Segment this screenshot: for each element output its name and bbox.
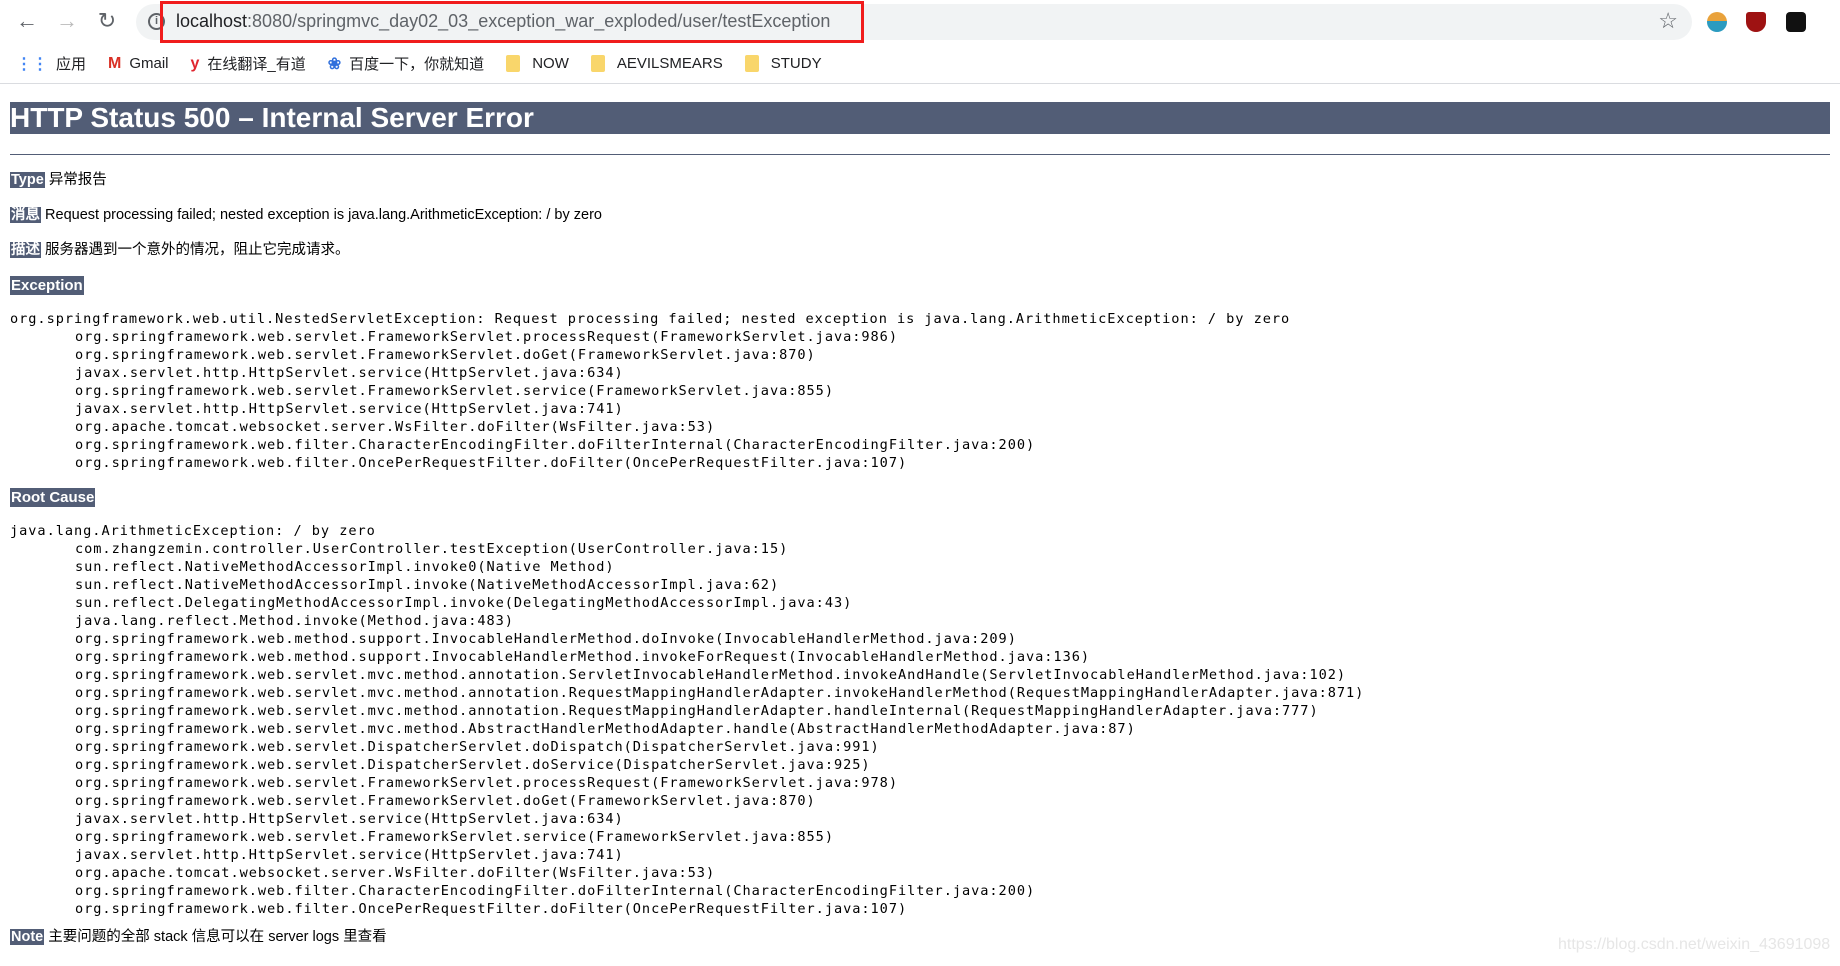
bookmark-baidu[interactable]: ❀ 百度一下，你就知道 bbox=[328, 53, 484, 74]
stack-frame: org.springframework.web.servlet.Framewor… bbox=[75, 383, 834, 399]
stack-frame: org.springframework.web.filter.Character… bbox=[75, 437, 1036, 453]
folder-icon bbox=[744, 55, 759, 72]
type-label: Type bbox=[10, 172, 45, 188]
bookmark-label: AEVILSMEARS bbox=[616, 55, 723, 72]
stack-frame: org.springframework.web.servlet.Framewor… bbox=[75, 829, 834, 845]
description-value: 服务器遇到一个意外的情况，阻止它完成请求。 bbox=[45, 242, 350, 258]
folder-icon bbox=[590, 55, 605, 72]
stack-frame: org.springframework.web.servlet.Dispatch… bbox=[75, 757, 871, 773]
bookmark-label: 百度一下，你就知道 bbox=[349, 56, 485, 73]
stack-frame: org.springframework.web.servlet.mvc.meth… bbox=[75, 703, 1319, 719]
type-line: Type 异常报告 bbox=[10, 171, 1830, 190]
forward-icon[interactable]: → bbox=[54, 8, 80, 34]
bookmark-aevilsmears[interactable]: AEVILSMEARS bbox=[590, 55, 723, 72]
stack-frame: sun.reflect.NativeMethodAccessorImpl.inv… bbox=[75, 559, 615, 575]
bookmark-apps[interactable]: ⋮⋮ 应用 bbox=[16, 53, 86, 74]
stack-frame: org.springframework.web.filter.OncePerRe… bbox=[75, 901, 908, 917]
stack-frame: java.lang.reflect.Method.invoke(Method.j… bbox=[75, 613, 514, 629]
gmail-icon: M bbox=[108, 54, 122, 72]
baidu-paw-icon: ❀ bbox=[327, 55, 342, 73]
apps-grid-icon: ⋮⋮ bbox=[16, 55, 48, 73]
stack-frame: org.springframework.web.servlet.Framewor… bbox=[75, 347, 816, 363]
tampermonkey-icon[interactable] bbox=[1786, 12, 1806, 32]
stack-frame: org.springframework.web.servlet.mvc.meth… bbox=[75, 721, 1136, 737]
error-page: HTTP Status 500 – Internal Server Error … bbox=[0, 102, 1840, 947]
stack-frame: org.springframework.web.servlet.mvc.meth… bbox=[75, 667, 1347, 683]
ublock-icon[interactable] bbox=[1746, 12, 1766, 32]
stack-frame: org.apache.tomcat.websocket.server.WsFil… bbox=[75, 419, 716, 435]
stack-frame: org.springframework.web.method.support.I… bbox=[75, 631, 1017, 647]
bookmark-youdao[interactable]: y 在线翻译_有道 bbox=[191, 53, 306, 74]
bookmark-study[interactable]: STUDY bbox=[744, 55, 822, 72]
note-label: Note bbox=[10, 929, 45, 945]
bookmark-label: 在线翻译_有道 bbox=[207, 56, 306, 73]
bookmark-star-icon[interactable]: ☆ bbox=[1658, 8, 1678, 34]
stack-frame: javax.servlet.http.HttpServlet.service(H… bbox=[75, 811, 624, 827]
exception-stacktrace: org.springframework.web.util.NestedServl… bbox=[10, 310, 1830, 472]
message-label: 消息 bbox=[10, 207, 41, 223]
url-text[interactable]: localhost:8080/springmvc_day02_03_except… bbox=[176, 11, 830, 32]
bookmark-now[interactable]: NOW bbox=[506, 55, 569, 72]
reload-icon[interactable]: ↻ bbox=[94, 8, 120, 34]
note-line: Note 主要问题的全部 stack 信息可以在 server logs 里查看 bbox=[10, 928, 1830, 947]
description-label: 描述 bbox=[10, 242, 41, 258]
bookmark-label: 应用 bbox=[56, 56, 87, 73]
description-line: 描述 服务器遇到一个意外的情况，阻止它完成请求。 bbox=[10, 241, 1830, 260]
root-cause-heading: Root Cause bbox=[10, 488, 96, 507]
message-value: Request processing failed; nested except… bbox=[45, 207, 602, 223]
stack-frame: javax.servlet.http.HttpServlet.service(H… bbox=[75, 401, 624, 417]
message-line: 消息 Request processing failed; nested exc… bbox=[10, 206, 1830, 225]
address-bar[interactable]: i localhost:8080/springmvc_day02_03_exce… bbox=[136, 1, 1692, 43]
back-icon[interactable]: ← bbox=[14, 8, 40, 34]
stack-frame: sun.reflect.DelegatingMethodAccessorImpl… bbox=[75, 595, 853, 611]
stack-head: org.springframework.web.util.NestedServl… bbox=[10, 311, 1291, 327]
stack-frame: org.springframework.web.servlet.Dispatch… bbox=[75, 739, 880, 755]
browser-toolbar: ← → ↻ i localhost:8080/springmvc_day02_0… bbox=[0, 0, 1840, 44]
stack-frame: org.springframework.web.filter.OncePerRe… bbox=[75, 455, 908, 471]
stack-frame: javax.servlet.http.HttpServlet.service(H… bbox=[75, 365, 624, 381]
stack-frame: sun.reflect.NativeMethodAccessorImpl.inv… bbox=[75, 577, 780, 593]
stack-frame: org.springframework.web.method.support.I… bbox=[75, 649, 1090, 665]
folder-icon bbox=[506, 55, 521, 72]
url-host: localhost bbox=[176, 11, 248, 31]
note-value: 主要问题的全部 stack 信息可以在 server logs 里查看 bbox=[48, 929, 387, 945]
type-value: 异常报告 bbox=[48, 172, 107, 188]
stack-frame: org.springframework.web.servlet.Framewor… bbox=[75, 329, 898, 345]
page-title: HTTP Status 500 – Internal Server Error bbox=[10, 102, 1830, 134]
extension-bowl-icon[interactable] bbox=[1707, 12, 1727, 32]
root-cause-stacktrace: java.lang.ArithmeticException: / by zero… bbox=[10, 522, 1830, 918]
exception-heading: Exception bbox=[10, 276, 84, 295]
divider bbox=[10, 154, 1830, 155]
stack-frame: org.springframework.web.servlet.Framewor… bbox=[75, 793, 816, 809]
bookmark-label: NOW bbox=[532, 55, 569, 72]
youdao-icon: y bbox=[190, 54, 200, 72]
stack-frame: javax.servlet.http.HttpServlet.service(H… bbox=[75, 847, 624, 863]
bookmark-label: Gmail bbox=[129, 55, 169, 72]
bookmark-gmail[interactable]: M Gmail bbox=[108, 55, 169, 73]
stack-frame: org.springframework.web.servlet.mvc.meth… bbox=[75, 685, 1365, 701]
url-path: :8080/springmvc_day02_03_exception_war_e… bbox=[247, 11, 831, 31]
bookmark-label: STUDY bbox=[770, 55, 822, 72]
stack-frame: org.springframework.web.servlet.Framewor… bbox=[75, 775, 898, 791]
stack-frame: org.apache.tomcat.websocket.server.WsFil… bbox=[75, 865, 716, 881]
watermark: https://blog.csdn.net/weixin_43691098 bbox=[1558, 936, 1831, 953]
stack-frame: com.zhangzemin.controller.UserController… bbox=[75, 541, 789, 557]
stack-head: java.lang.ArithmeticException: / by zero bbox=[10, 523, 376, 539]
bookmarks-bar: ⋮⋮ 应用 M Gmail y 在线翻译_有道 ❀ 百度一下，你就知道 NOW AEVI… bbox=[0, 44, 1840, 84]
stack-frame: org.springframework.web.filter.Character… bbox=[75, 883, 1036, 899]
